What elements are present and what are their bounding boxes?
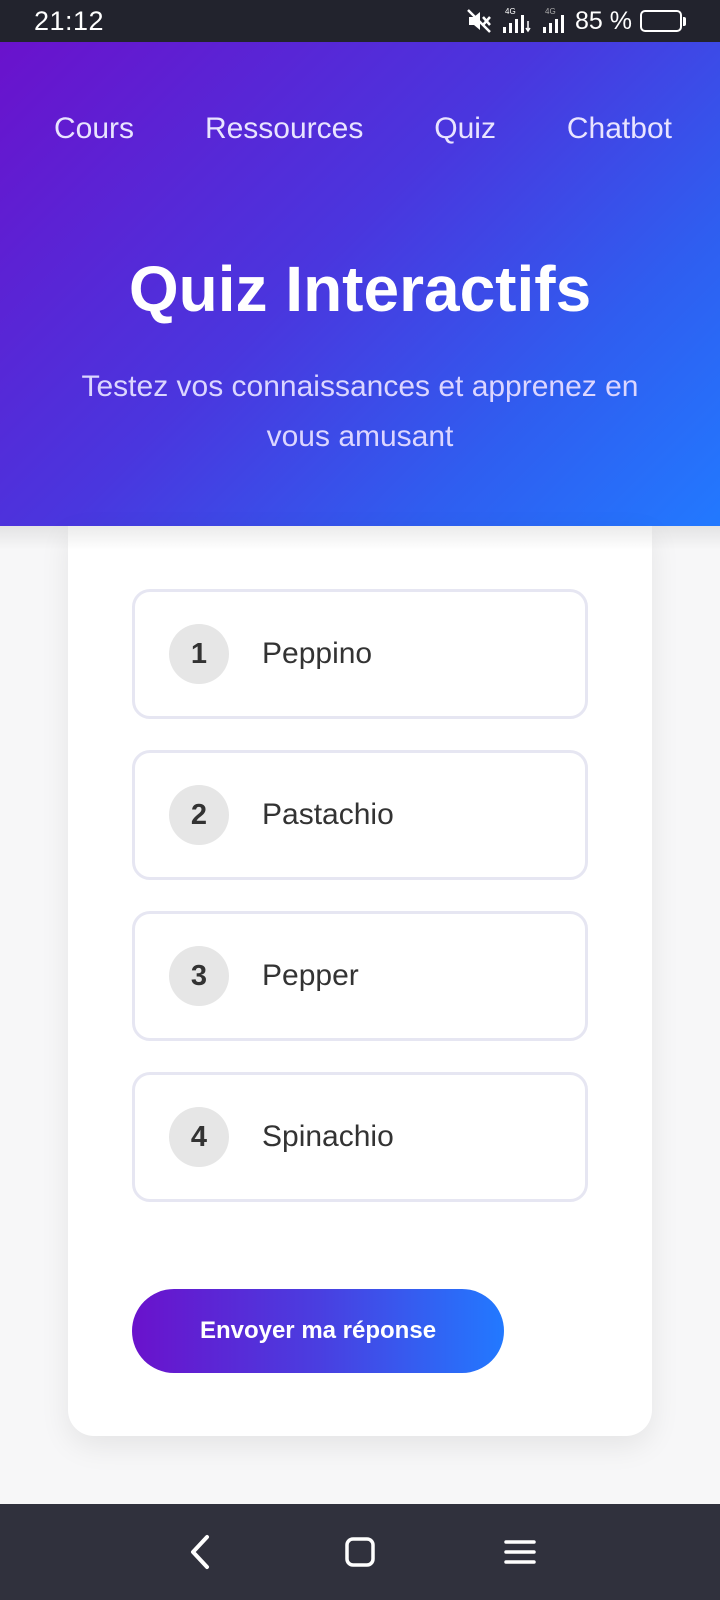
back-icon <box>191 1535 209 1569</box>
svg-text:4G: 4G <box>505 7 516 16</box>
svg-text:4G: 4G <box>545 7 556 16</box>
nav-link-quiz[interactable]: Quiz <box>434 112 496 146</box>
status-time: 21:12 <box>34 5 105 36</box>
option-number-badge: 2 <box>169 785 229 845</box>
hero-banner: Cours Ressources Quiz Chatbot Quiz Inter… <box>0 42 720 526</box>
answer-option-1[interactable]: 1 Peppino <box>132 589 588 719</box>
status-icons: 4G 4G 85 % <box>467 7 686 36</box>
answer-option-2[interactable]: 2 Pastachio <box>132 750 588 880</box>
nav-link-chatbot[interactable]: Chatbot <box>567 112 672 146</box>
option-number-badge: 3 <box>169 946 229 1006</box>
hero-shadow <box>0 526 720 550</box>
option-number-badge: 4 <box>169 1107 229 1167</box>
page-subtitle: Testez vos connaissances et apprenez en … <box>81 370 639 453</box>
option-label: Pastachio <box>262 798 394 831</box>
home-button[interactable] <box>330 1522 390 1582</box>
quiz-card: 1 Peppino 2 Pastachio 3 Pepper 4 Spinach… <box>68 526 652 1436</box>
option-number-badge: 1 <box>169 624 229 684</box>
battery-percent: 85 % <box>575 6 632 35</box>
option-label: Pepper <box>262 959 359 992</box>
system-nav-bar <box>0 1504 720 1600</box>
option-label: Peppino <box>262 637 373 670</box>
signal-icon-1: 4G <box>501 7 533 35</box>
signal-icon-2: 4G <box>541 7 567 35</box>
nav-link-cours[interactable]: Cours <box>54 112 134 146</box>
main-nav: Cours Ressources Quiz Chatbot <box>0 112 720 146</box>
home-icon <box>345 1537 375 1567</box>
submit-answer-button[interactable]: Envoyer ma réponse <box>132 1289 504 1373</box>
page-title: Quiz Interactifs <box>128 253 592 325</box>
mute-icon <box>467 9 493 33</box>
nav-link-ressources[interactable]: Ressources <box>205 112 363 146</box>
option-label: Spinachio <box>262 1120 394 1153</box>
menu-icon <box>504 1540 536 1564</box>
battery-icon <box>640 10 686 32</box>
answer-option-4[interactable]: 4 Spinachio <box>132 1072 588 1202</box>
back-button[interactable] <box>170 1522 230 1582</box>
status-bar: 21:12 4G 4G 85 % <box>0 0 720 42</box>
answer-option-3[interactable]: 3 Pepper <box>132 911 588 1041</box>
menu-button[interactable] <box>490 1522 550 1582</box>
